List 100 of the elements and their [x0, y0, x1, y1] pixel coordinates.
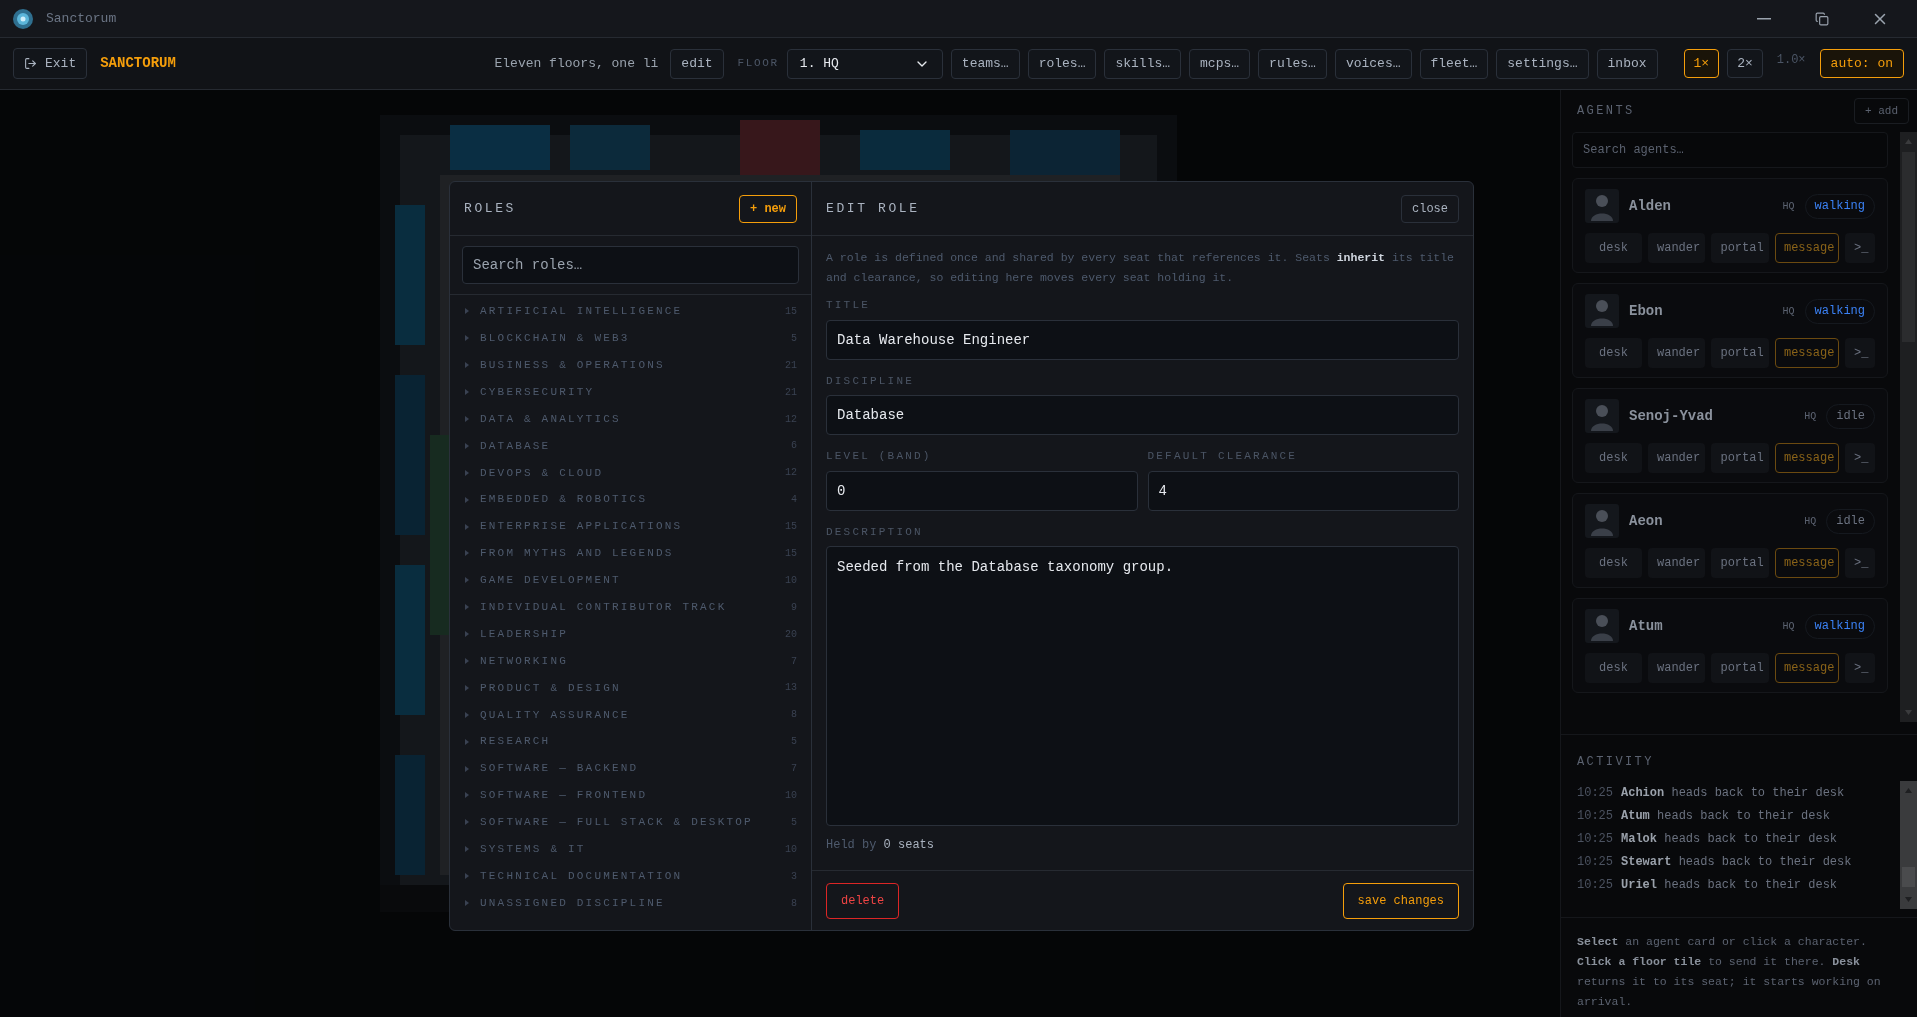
agent-action-button[interactable]: message: [1774, 338, 1839, 368]
close-dialog-button[interactable]: close: [1401, 194, 1459, 223]
add-agent-button[interactable]: + add: [1854, 98, 1909, 124]
agent-action-button[interactable]: desk: [1585, 233, 1642, 263]
toolbar-button[interactable]: mcps…: [1189, 48, 1251, 79]
agent-card[interactable]: Atum HQ walking desk wander portal message >_: [1572, 598, 1888, 693]
field-label: DEFAULT CLEARANCE: [1147, 449, 1299, 464]
toolbar-button[interactable]: settings…: [1496, 48, 1589, 79]
agent-action-button[interactable]: wander: [1648, 233, 1706, 263]
agent-action-button[interactable]: message: [1774, 548, 1839, 578]
agent-action-button[interactable]: >_: [1845, 338, 1875, 368]
agent-action-button[interactable]: >_: [1845, 233, 1875, 263]
activity-time: 10:25: [1577, 830, 1613, 848]
avatar-icon: [1585, 504, 1619, 538]
new-role-button[interactable]: + new: [739, 194, 797, 223]
floor-tagline: Eleven floors, one li: [494, 54, 659, 73]
agent-action-button[interactable]: portal: [1711, 548, 1769, 578]
caret-icon: [464, 900, 470, 907]
speed-button[interactable]: 1×: [1683, 49, 1720, 78]
agent-action-button[interactable]: desk: [1585, 653, 1642, 683]
agent-action-button[interactable]: portal: [1711, 338, 1769, 368]
activity-entry: Achion heads back to their desk: [1621, 784, 1845, 802]
activity-entry: Stewart heads back to their desk: [1621, 853, 1852, 871]
help-text: Select an agent card or click a character. Click a floor tile to send it there. Desk returns it to its seat; it starts working on arrival.: [1577, 934, 1882, 1010]
caret-icon: [464, 658, 470, 664]
agent-action-button[interactable]: desk: [1585, 338, 1642, 368]
toolbar-button[interactable]: roles…: [1027, 48, 1097, 79]
agent-action-button[interactable]: >_: [1845, 548, 1875, 578]
caret-icon: [464, 577, 470, 584]
panel-title: ROLES: [464, 199, 516, 218]
edit-button[interactable]: edit: [670, 48, 724, 79]
caret-icon: [464, 523, 470, 530]
agent-card[interactable]: Ebon HQ walking desk wander portal message >_: [1572, 283, 1888, 378]
caret-icon: [464, 496, 470, 503]
agent-action-button[interactable]: portal: [1711, 233, 1769, 263]
activity-entry: Malok heads back to their desk: [1621, 830, 1838, 848]
agent-card[interactable]: Aeon HQ idle desk wander portal message >_: [1572, 493, 1888, 588]
caret-icon: [464, 416, 470, 422]
floor-select[interactable]: 1. HQ: [786, 48, 943, 79]
field-label: DESCRIPTION: [826, 524, 924, 540]
floor-tag: HQ: [1782, 303, 1795, 319]
floor-tag: HQ: [1804, 513, 1817, 529]
description-field[interactable]: Seeded from the Database taxonomy group.: [826, 546, 1459, 826]
zoom-reading: 1.0×: [1776, 51, 1806, 69]
search-field[interactable]: Search roles…: [462, 246, 799, 284]
avatar-icon: [1585, 609, 1619, 643]
caret-icon: [464, 469, 470, 476]
caret-icon: [464, 738, 470, 745]
agent-action-button[interactable]: desk: [1585, 443, 1642, 473]
agent-name: Atum: [1629, 616, 1664, 636]
agent-action-button[interactable]: message: [1774, 653, 1839, 683]
agent-action-button[interactable]: message: [1774, 233, 1839, 263]
floor-tag: HQ: [1804, 408, 1817, 424]
agent-card[interactable]: Senoj-Yvad HQ idle desk wander portal message >_: [1572, 388, 1888, 483]
toolbar-button[interactable]: rules…: [1258, 48, 1327, 79]
clearance-field[interactable]: 4: [1147, 470, 1459, 511]
toolbar-button[interactable]: voices…: [1334, 48, 1412, 79]
agent-action-button[interactable]: message: [1774, 443, 1839, 473]
intro-text: A role is defined once and shared by every seat that references it. Seats inherit its title and clearance, so editing here moves every seat holding it.: [826, 250, 1455, 286]
field-label: DISCIPLINE: [826, 373, 915, 389]
toolbar-button[interactable]: teams…: [950, 48, 1020, 79]
toolbar-button[interactable]: inbox: [1596, 48, 1658, 79]
scrollbar[interactable]: [1900, 132, 1917, 722]
scrollbar[interactable]: [1900, 781, 1917, 909]
agent-name: Ebon: [1629, 301, 1664, 321]
agent-action-button[interactable]: portal: [1711, 653, 1769, 683]
agent-card[interactable]: Alden HQ walking desk wander portal message >_: [1572, 178, 1888, 273]
agent-action-button[interactable]: portal: [1711, 443, 1769, 473]
field-label: TITLE: [826, 298, 871, 313]
panel-title: ACTIVITY: [1576, 754, 1655, 771]
title-field[interactable]: Data Warehouse Engineer: [826, 319, 1459, 360]
search-field[interactable]: Search agents…: [1572, 132, 1888, 168]
discipline-field[interactable]: Database: [826, 395, 1459, 435]
agent-action-button[interactable]: >_: [1845, 653, 1875, 683]
agent-name: Alden: [1629, 196, 1672, 216]
auto-toggle[interactable]: auto: on: [1819, 49, 1904, 78]
agent-action-button[interactable]: wander: [1648, 548, 1706, 578]
toolbar-button[interactable]: skills…: [1104, 48, 1182, 79]
agent-action-button[interactable]: wander: [1648, 653, 1706, 683]
delete-button[interactable]: delete: [826, 882, 900, 919]
restore-icon: [1815, 11, 1829, 26]
caret-icon: [464, 846, 470, 853]
app-logo-icon: [12, 7, 34, 30]
caret-icon: [464, 442, 470, 449]
speed-button[interactable]: 2×: [1727, 49, 1763, 78]
caret-icon: [464, 765, 470, 772]
caret-icon: [464, 684, 470, 691]
caret-icon: [464, 604, 470, 611]
agent-action-button[interactable]: wander: [1648, 443, 1706, 473]
level-field[interactable]: 0: [826, 470, 1138, 511]
toolbar-button[interactable]: fleet…: [1419, 48, 1489, 79]
agent-action-button[interactable]: >_: [1845, 443, 1875, 473]
exit-button[interactable]: Exit: [13, 48, 88, 79]
agent-name: Senoj-Yvad: [1629, 406, 1714, 426]
agent-action-button[interactable]: wander: [1648, 338, 1706, 368]
save-button[interactable]: save changes: [1342, 882, 1459, 919]
agent-action-button[interactable]: desk: [1585, 548, 1642, 578]
caret-icon: [464, 711, 470, 718]
minimize-icon: [1757, 17, 1771, 20]
brand-title: SANCTORUM: [100, 54, 176, 73]
